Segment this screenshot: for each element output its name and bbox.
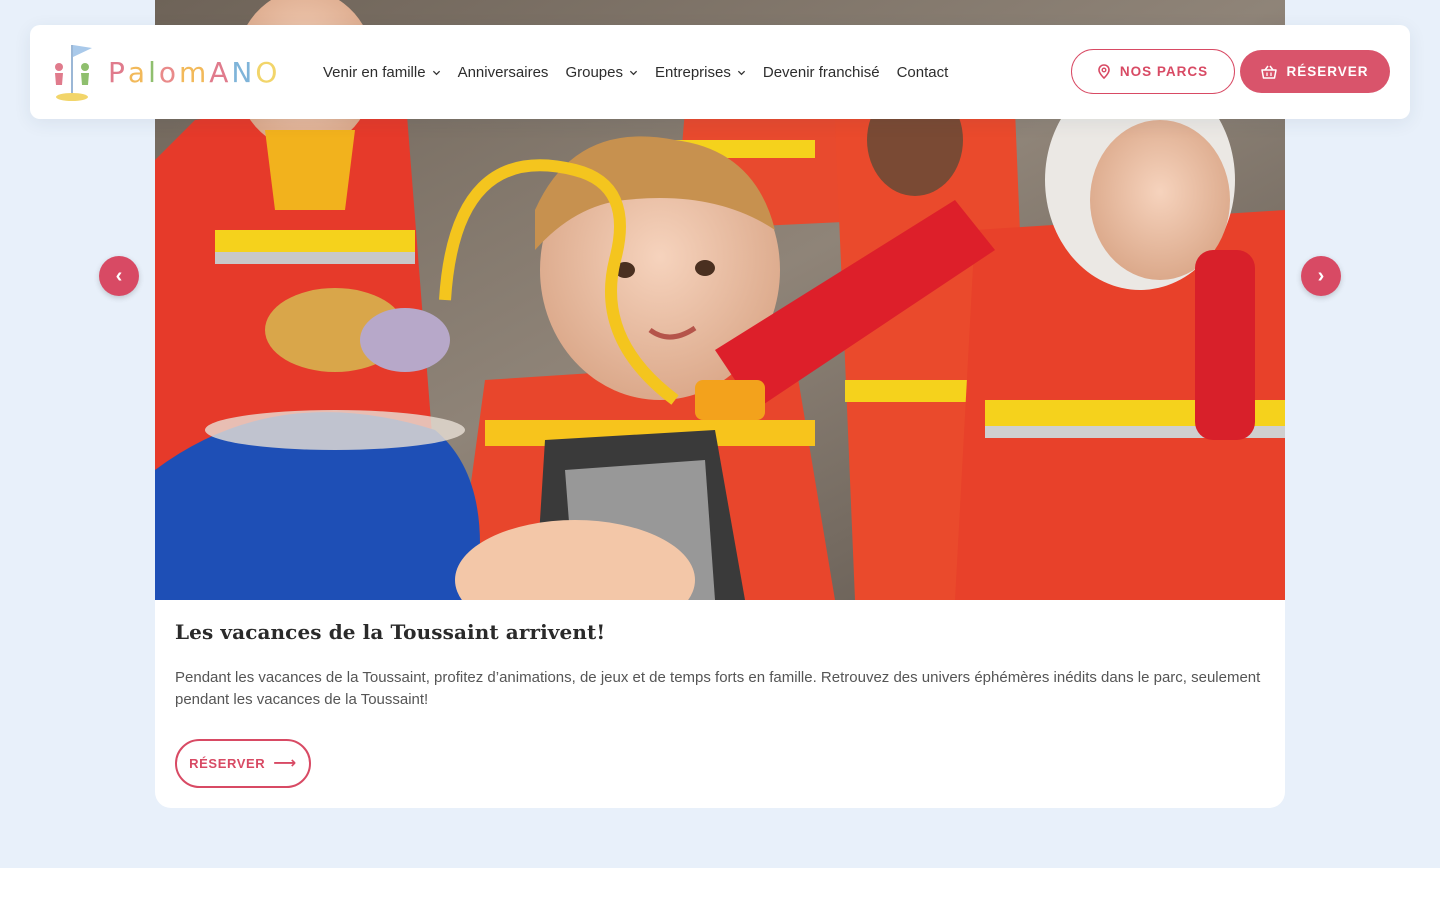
nav-item-devenir-franchise[interactable]: Devenir franchisé bbox=[763, 64, 880, 81]
nav-item-groupes[interactable]: Groupes bbox=[565, 64, 638, 81]
nav-item-contact[interactable]: Contact bbox=[897, 64, 949, 81]
slider-prev-button[interactable]: ‹ bbox=[99, 256, 139, 296]
logo-letter: l bbox=[148, 55, 159, 89]
site-header: PalomANO Venir en famille Anniversaires Gr… bbox=[30, 25, 1410, 119]
chevron-down-icon bbox=[629, 70, 638, 75]
main-navigation: Venir en famille Anniversaires Groupes Entr… bbox=[323, 25, 965, 119]
nav-item-label: Contact bbox=[896, 63, 949, 81]
logo-letter: O bbox=[255, 55, 281, 89]
logo-letter: a bbox=[127, 55, 149, 89]
slide-title: Les vacances de la Toussaint arrivent! bbox=[175, 620, 606, 644]
nav-item-label: Entreprises bbox=[654, 63, 731, 81]
arrow-right-icon: ⟶ bbox=[273, 754, 297, 772]
logo-letter: A bbox=[209, 55, 232, 89]
nos-parcs-button[interactable]: NOS PARCS bbox=[1071, 49, 1235, 94]
slide-card: Les vacances de la Toussaint arrivent! P… bbox=[155, 0, 1285, 808]
logo-letter: P bbox=[108, 55, 128, 89]
chevron-down-icon bbox=[737, 70, 745, 75]
slide-reserve-button[interactable]: RÉSERVER ⟶ bbox=[175, 739, 311, 788]
nav-item-label: Devenir franchisé bbox=[762, 63, 880, 81]
header-reserve-label: RÉSERVER bbox=[1286, 64, 1369, 79]
slide-description: Pendant les vacances de la Toussaint, pr… bbox=[175, 669, 1261, 708]
slider-next-button[interactable]: › bbox=[1301, 256, 1341, 296]
logo-letter: N bbox=[231, 55, 256, 89]
logo-letter: m bbox=[178, 55, 210, 89]
nav-item-label: Anniversaires bbox=[457, 63, 549, 81]
chevron-right-icon: › bbox=[1317, 264, 1325, 287]
logo-wordmark: PalomANO bbox=[108, 56, 280, 89]
nos-parcs-label: NOS PARCS bbox=[1119, 64, 1209, 79]
slide-reserve-label: RÉSERVER bbox=[189, 756, 266, 771]
chevron-down-icon bbox=[432, 70, 440, 75]
map-pin-icon bbox=[1098, 64, 1110, 79]
basket-icon bbox=[1261, 65, 1278, 79]
logo-letter: o bbox=[158, 55, 179, 89]
nav-item-label: Venir en famille bbox=[323, 63, 426, 81]
nav-item-anniversaires[interactable]: Anniversaires bbox=[458, 64, 549, 81]
chevron-left-icon: ‹ bbox=[115, 264, 123, 287]
logo-children-flag-icon bbox=[55, 45, 92, 101]
brand-logo[interactable]: PalomANO bbox=[48, 39, 280, 105]
nav-item-venir-en-famille[interactable]: Venir en famille bbox=[323, 64, 441, 81]
header-reserve-button[interactable]: RÉSERVER bbox=[1240, 50, 1390, 93]
nav-item-entreprises[interactable]: Entreprises bbox=[655, 64, 746, 81]
nav-item-label: Groupes bbox=[565, 63, 623, 81]
